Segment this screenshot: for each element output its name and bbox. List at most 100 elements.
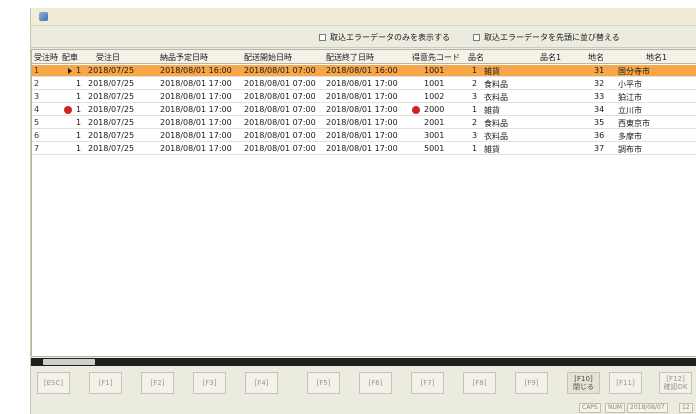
fkey-button-3[interactable]: [F3] [193,372,226,394]
cell-customer: 2001 [424,118,445,127]
cell-end: 2018/08/01 17:00 [326,105,398,114]
col-header[interactable]: 受注日 [96,52,120,63]
cell-delivery: 2018/08/01 17:00 [160,79,232,88]
table-row[interactable]: 2 1 2018/07/25 2018/08/01 17:00 2018/08/01 0… [32,78,696,90]
status-time: 12 [679,403,693,413]
cell-area: 西東京市 [618,119,650,128]
col-header[interactable]: 品名1 [540,52,561,63]
cell-delivery: 2018/08/01 17:00 [160,131,232,140]
cell-start: 2018/08/01 07:00 [244,105,316,114]
cell-item: 食料品 [484,80,508,89]
cell-end: 2018/08/01 17:00 [326,131,398,140]
horizontal-scrollbar[interactable] [31,358,696,366]
col-header[interactable]: 受注時 [34,52,58,63]
fkey-button-0[interactable]: [ESC] [37,372,70,394]
fkey-button-1[interactable]: [F1] [89,372,122,394]
fkey-button-5[interactable]: [F5] [307,372,340,394]
col-header[interactable]: 納品予定日時 [160,52,208,63]
table-row[interactable]: 6 1 2018/07/25 2018/08/01 17:00 2018/08/01 0… [32,130,696,142]
cell-area-no: 35 [594,118,605,127]
row-number: 1 [34,66,40,75]
cell-flag: 1 [76,144,82,153]
col-header[interactable]: 品名 [468,52,484,63]
cell-area-no: 32 [594,79,605,88]
cell-flag: 1 [76,66,82,75]
cell-customer: 2000 [424,105,445,114]
cell-delivery: 2018/08/01 17:00 [160,144,232,153]
cell-end: 2018/08/01 17:00 [326,79,398,88]
cell-area: 小平市 [618,80,642,89]
options-bar: 取込エラーデータのみを表示する 取込エラーデータを先頭に並び替える [31,26,696,48]
function-key-bar: [ESC] [F1] [F2] [F3] [F4] [F5] [F6] [F7] [F8] [F9… [31,368,696,398]
fkey-button-8[interactable]: [F8] [463,372,496,394]
cell-end: 2018/08/01 16:00 [326,66,398,75]
cell-customer: 3001 [424,131,445,140]
cell-start: 2018/08/01 07:00 [244,144,316,153]
row-number: 7 [34,144,40,153]
cell-flag: 1 [76,92,82,101]
error-icon [64,106,72,114]
cell-area: 多摩市 [618,132,642,141]
cell-order-date: 2018/07/25 [88,131,135,140]
cell-area: 国分寺市 [618,67,650,76]
cell-end: 2018/08/01 17:00 [326,144,398,153]
cell-item-no: 2 [472,118,478,127]
sort-errors-first-checkbox[interactable]: 取込エラーデータを先頭に並び替える [473,32,620,43]
scrollbar-thumb[interactable] [43,359,95,365]
cell-flag: 1 [76,105,82,114]
fkey-button-9[interactable]: [F9] [515,372,548,394]
main-window: 取込エラーデータのみを表示する 取込エラーデータを先頭に並び替える 受注時 配車… [30,8,696,414]
error-icon [412,106,420,114]
col-header[interactable]: 配車 [62,52,78,63]
data-grid[interactable]: 受注時 配車 受注日 納品予定日時 配送開始日時 配送終了日時 得意先コード 品… [31,49,696,357]
cell-end: 2018/08/01 17:00 [326,92,398,101]
checkbox-icon[interactable] [319,34,326,41]
cell-delivery: 2018/08/01 17:00 [160,92,232,101]
fkey-button-6[interactable]: [F6] [359,372,392,394]
table-row[interactable]: 3 1 2018/07/25 2018/08/01 17:00 2018/08/01 0… [32,91,696,103]
col-header[interactable]: 地名1 [646,52,667,63]
cell-end: 2018/08/01 17:00 [326,118,398,127]
cell-item: 食料品 [484,119,508,128]
cell-item: 衣料品 [484,132,508,141]
cell-area-no: 33 [594,92,605,101]
table-row[interactable]: 7 1 2018/07/25 2018/08/01 17:00 2018/08/01 0… [32,143,696,155]
cell-customer: 1001 [424,66,445,75]
table-row[interactable]: 4 1 2018/07/25 2018/08/01 17:00 2018/08/01 0… [32,104,696,116]
row-number: 2 [34,79,40,88]
cell-start: 2018/08/01 07:00 [244,66,316,75]
table-row[interactable]: 5 1 2018/07/25 2018/08/01 17:00 2018/08/01 0… [32,117,696,129]
cell-start: 2018/08/01 07:00 [244,79,316,88]
cell-item-no: 3 [472,92,478,101]
cell-customer: 1002 [424,92,445,101]
cell-item-no: 1 [472,105,478,114]
cell-area-no: 31 [594,66,605,75]
col-header[interactable]: 得意先コード [412,52,460,63]
fkey-button-10[interactable]: [F10] 閉じる [567,372,600,394]
row-number: 5 [34,118,40,127]
cell-delivery: 2018/08/01 16:00 [160,66,232,75]
table-row[interactable]: 1 1 2018/07/25 2018/08/01 16:00 2018/08/01 0… [32,65,696,77]
fkey-button-2[interactable]: [F2] [141,372,174,394]
cell-order-date: 2018/07/25 [88,105,135,114]
row-pointer-icon [68,68,72,74]
show-errors-only-label: 取込エラーデータのみを表示する [330,33,450,42]
grid-header: 受注時 配車 受注日 納品予定日時 配送開始日時 配送終了日時 得意先コード 品… [32,50,696,64]
cell-area-no: 34 [594,105,605,114]
col-header[interactable]: 配送開始日時 [244,52,292,63]
col-header[interactable]: 地名 [588,52,604,63]
checkbox-icon[interactable] [473,34,480,41]
fkey-button-12[interactable]: [F12] 確認OK [659,372,692,394]
cell-area-no: 36 [594,131,605,140]
fkey-button-11[interactable]: [F11] [609,372,642,394]
cell-area-no: 37 [594,144,605,153]
status-bar: CAPS NUM 2018/08/07 12 [31,402,696,414]
show-errors-only-checkbox[interactable]: 取込エラーデータのみを表示する [319,32,450,43]
cell-start: 2018/08/01 07:00 [244,92,316,101]
col-header[interactable]: 配送終了日時 [326,52,374,63]
fkey-button-7[interactable]: [F7] [411,372,444,394]
cell-item: 衣料品 [484,93,508,102]
app-icon [39,12,48,21]
fkey-button-4[interactable]: [F4] [245,372,278,394]
cell-order-date: 2018/07/25 [88,92,135,101]
